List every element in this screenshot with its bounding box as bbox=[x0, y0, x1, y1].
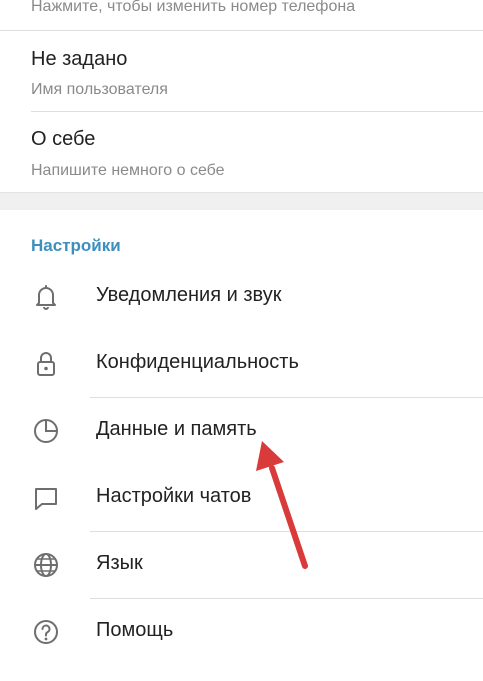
phone-hint: Нажмите, чтобы изменить номер телефона bbox=[31, 0, 356, 15]
menu-item-language[interactable]: Язык bbox=[0, 532, 483, 598]
menu-item-label: Уведомления и звук bbox=[96, 284, 282, 306]
username-row[interactable]: Не задано Имя пользователя bbox=[0, 31, 483, 111]
bio-value: О себе bbox=[31, 128, 96, 150]
menu-item-label: Конфиденциальность bbox=[96, 351, 299, 373]
phone-row[interactable]: Нажмите, чтобы изменить номер телефона bbox=[0, 0, 483, 30]
menu-item-chat-settings[interactable]: Настройки чатов bbox=[0, 465, 483, 531]
menu-item-label: Настройки чатов bbox=[96, 485, 252, 507]
chat-bubble-icon bbox=[35, 488, 57, 510]
bio-row[interactable]: О себе Напишите немного о себе bbox=[0, 112, 483, 192]
menu-item-privacy[interactable]: Конфиденциальность bbox=[0, 331, 483, 397]
pie-chart-icon bbox=[34, 419, 58, 443]
menu-item-label: Помощь bbox=[96, 619, 174, 641]
settings-section-title: Настройки bbox=[31, 236, 121, 255]
help-icon bbox=[34, 620, 58, 644]
lock-icon bbox=[37, 352, 55, 376]
globe-icon bbox=[34, 553, 58, 577]
username-label: Имя пользователя bbox=[31, 81, 168, 98]
bio-hint: Напишите немного о себе bbox=[31, 162, 225, 179]
menu-item-notifications[interactable]: Уведомления и звук bbox=[0, 264, 483, 330]
menu-item-label: Данные и память bbox=[96, 418, 257, 440]
section-separator bbox=[0, 192, 483, 210]
bell-icon bbox=[36, 285, 56, 310]
menu-item-help[interactable]: Помощь bbox=[0, 599, 483, 665]
menu-item-label: Язык bbox=[96, 552, 143, 574]
menu-item-data-storage[interactable]: Данные и память bbox=[0, 398, 483, 464]
username-value: Не задано bbox=[31, 48, 128, 70]
